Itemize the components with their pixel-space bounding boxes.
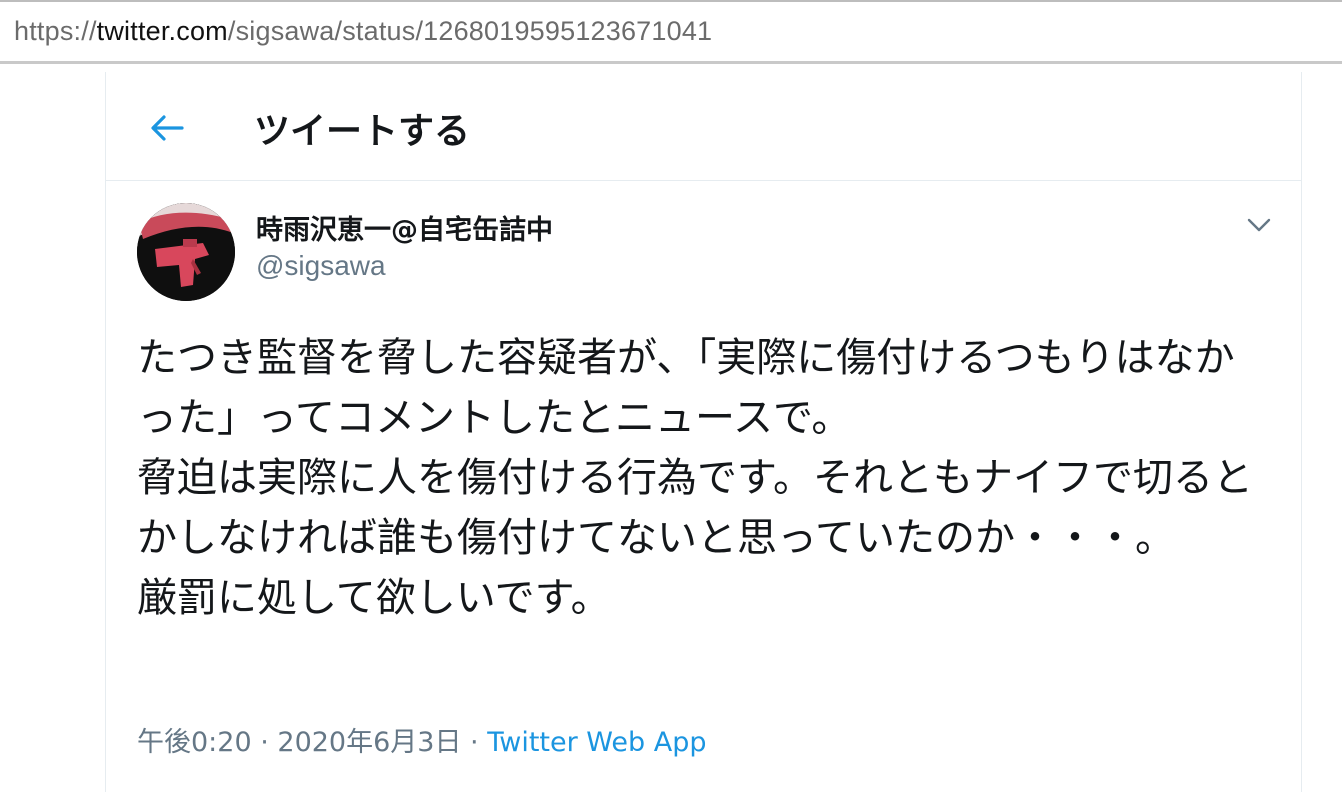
avatar-image (137, 203, 235, 301)
meta-separator: · (251, 727, 278, 758)
arrow-left-icon (151, 115, 184, 141)
tweet-column: ツイートする 時雨沢恵一@自宅缶詰中 @sigsawa たつき監督を脅した容疑者… (105, 72, 1302, 792)
user-handle[interactable]: @sigsawa (256, 250, 386, 282)
page-title: ツイートする (254, 111, 471, 152)
tweet-meta: 午後0:20 · 2020年6月3日 · Twitter Web App (137, 720, 707, 759)
avatar[interactable] (137, 203, 235, 301)
page-header: ツイートする (106, 72, 1301, 181)
display-name[interactable]: 時雨沢恵一@自宅缶詰中 (256, 208, 553, 247)
tweet-source-link[interactable]: Twitter Web App (487, 727, 706, 758)
tweet-date[interactable]: 2020年6月3日 (277, 727, 461, 758)
more-options-button[interactable] (1243, 209, 1275, 241)
tweet-text: たつき監督を脅した容疑者が、「実際に傷付けるつもりはなかった」ってコメントしたと… (137, 335, 1253, 621)
url-text[interactable]: https://twitter.com/sigsawa/status/12680… (14, 16, 712, 47)
tweet-time[interactable]: 午後0:20 (137, 727, 252, 758)
meta-separator: · (461, 727, 488, 758)
chevron-down-icon (1247, 218, 1271, 232)
address-bar[interactable]: https://twitter.com/sigsawa/status/12680… (0, 0, 1342, 64)
url-path: /sigsawa/status/1268019595123671041 (227, 16, 713, 46)
url-host: twitter.com (96, 16, 228, 46)
url-scheme: https:// (14, 16, 97, 46)
back-button[interactable] (144, 105, 190, 151)
